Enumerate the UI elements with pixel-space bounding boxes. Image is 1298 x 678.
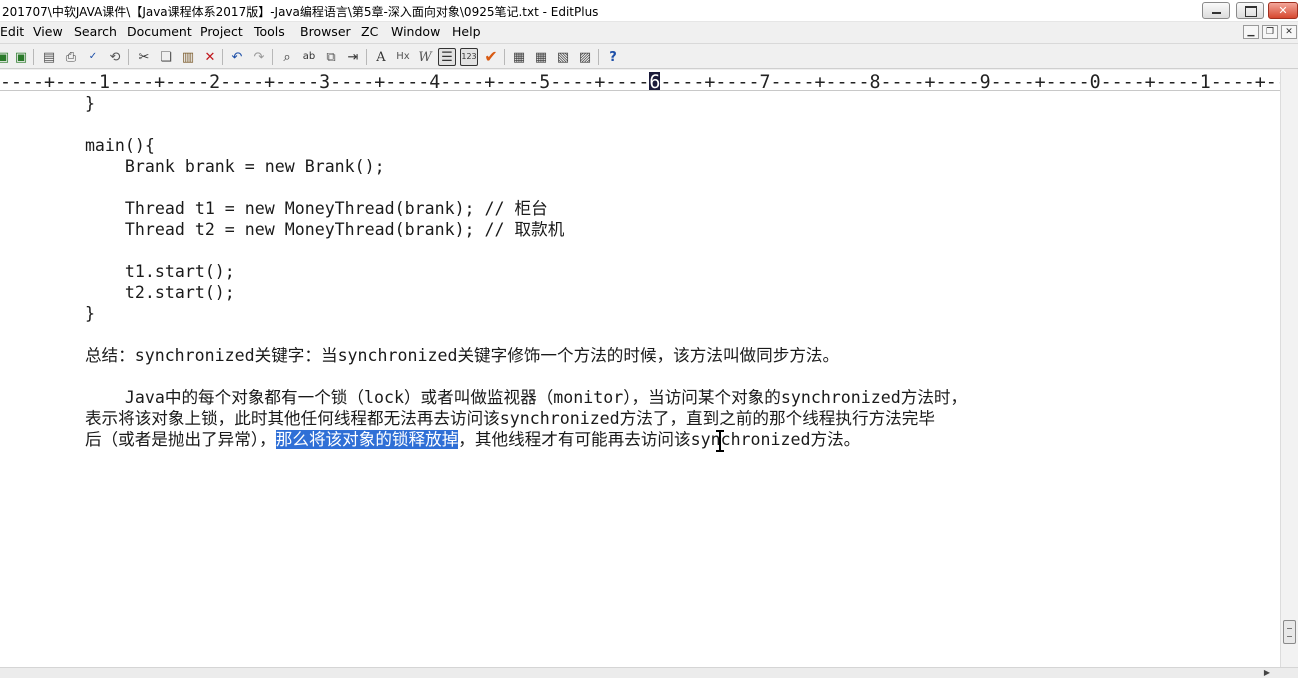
auto-wrap-icon[interactable]: ⟲ <box>106 48 124 66</box>
menu-window[interactable]: Window <box>391 24 440 39</box>
editor-line: } <box>5 94 95 113</box>
goto-line-icon[interactable]: ⇥ <box>344 48 362 66</box>
toolbar-separator <box>504 49 505 65</box>
save-all-icon[interactable]: ▣ <box>12 48 30 66</box>
menu-search[interactable]: Search <box>74 24 117 39</box>
cliptext-icon[interactable]: ▧ <box>554 48 572 66</box>
mdi-restore-icon: ❐ <box>1265 27 1275 37</box>
ruler: ----+----1----+----2----+----3----+----4… <box>0 70 1280 91</box>
redo-icon[interactable]: ↷ <box>250 48 268 66</box>
toolbar-separator <box>128 49 129 65</box>
toolbar-separator <box>366 49 367 65</box>
menu-view[interactable]: View <box>33 24 63 39</box>
mdi-minimize-icon: ▁ <box>1247 27 1255 37</box>
replace-icon[interactable]: ab <box>300 48 318 66</box>
menu-tools[interactable]: Tools <box>254 24 285 39</box>
copy-icon[interactable]: ❏ <box>157 48 175 66</box>
print-icon[interactable]: ⎙ <box>62 48 80 66</box>
toolbar-separator <box>272 49 273 65</box>
menu-edit[interactable]: Edit <box>0 24 24 39</box>
editor-line: t1.start(); <box>5 262 235 281</box>
paste-icon[interactable]: ▥ <box>179 48 197 66</box>
hex-icon[interactable]: Hx <box>394 48 412 66</box>
window-title: 201707\中软JAVA课件\【Java课程体系2017版】-Java编程语言… <box>2 5 599 19</box>
minimize-icon <box>1203 3 1229 18</box>
check-icon[interactable]: ✔ <box>482 48 500 66</box>
editor-line: Thread t2 = new MoneyThread(brank); // 取… <box>5 220 565 239</box>
toolbar: ▣ ▣ ▤ ⎙ ✓ ⟲ ✂ ❏ ▥ ✕ ↶ ↷ ⌕ ab ⧉ ⇥ A Hx W … <box>0 43 1298 69</box>
close-button[interactable]: ✕ <box>1268 2 1298 19</box>
line-number-icon[interactable]: 123 <box>460 48 478 66</box>
spellcheck-icon[interactable]: ✓ <box>84 48 102 66</box>
mouse-ibeam-cursor <box>716 430 724 452</box>
minimize-button[interactable] <box>1202 2 1230 19</box>
directory-icon[interactable]: ▨ <box>576 48 594 66</box>
font-icon[interactable]: A <box>372 48 390 66</box>
menu-document[interactable]: Document <box>127 24 192 39</box>
ruler-current-column: 6 <box>649 72 661 91</box>
menu-bar: Edit View Search Document Project Tools … <box>0 22 1298 42</box>
undo-icon[interactable]: ↶ <box>228 48 246 66</box>
line-text-after-selection: ，其他线程才有可能再去访问该synchronized方法。 <box>458 430 861 449</box>
ruler-after: ----+----7----+----8----+----9----+----0… <box>660 72 1280 91</box>
mdi-close-button[interactable]: ✕ <box>1281 25 1297 39</box>
title-bar: 201707\中软JAVA课件\【Java课程体系2017版】-Java编程语言… <box>0 0 1298 22</box>
editor-line: 总结：synchronized关键字：当synchronized关键字修饰一个方… <box>5 346 840 365</box>
editor-line: Brank brank = new Brank(); <box>5 157 385 176</box>
maximize-icon <box>1237 3 1263 18</box>
editor-line: Thread t1 = new MoneyThread(brank); // 柜… <box>5 199 548 218</box>
maximize-button[interactable] <box>1236 2 1264 19</box>
menu-browser[interactable]: Browser <box>300 24 351 39</box>
editor-line: main(){ <box>5 136 155 155</box>
text-selection[interactable]: 那么将该对象的锁释放掉 <box>275 430 459 449</box>
ruler-icon[interactable]: ☰ <box>438 48 456 66</box>
close-icon: ✕ <box>1278 4 1288 17</box>
toolbar-separator <box>33 49 34 65</box>
ruler-scale: ----+----1----+----2----+----3----+----4… <box>0 72 1280 91</box>
menu-help[interactable]: Help <box>452 24 481 39</box>
mdi-close-icon: ✕ <box>1285 27 1293 37</box>
editor-line: 表示将该对象上锁，此时其他任何线程都无法再去访问该synchronized方法了… <box>5 409 935 428</box>
editor-line: Java中的每个对象都有一个锁（lock）或者叫做监视器（monitor），当访… <box>5 388 968 407</box>
find-in-files-icon[interactable]: ⧉ <box>322 48 340 66</box>
toolbar-separator <box>598 49 599 65</box>
delete-icon[interactable]: ✕ <box>201 48 219 66</box>
save-icon[interactable]: ▣ <box>0 48 12 66</box>
cut-icon[interactable]: ✂ <box>135 48 153 66</box>
word-wrap-icon[interactable]: W <box>416 48 434 66</box>
menu-zc[interactable]: ZC <box>361 24 378 39</box>
line-text-before-selection: 后（或者是抛出了异常）， <box>5 430 276 449</box>
editor-line: } <box>5 304 95 323</box>
vertical-scrollbar[interactable] <box>1280 70 1298 668</box>
find-icon[interactable]: ⌕ <box>278 48 296 66</box>
toolbar-separator <box>222 49 223 65</box>
horizontal-scrollbar[interactable]: ▶ <box>0 667 1298 678</box>
editor-line-with-selection: 后（或者是抛出了异常），那么将该对象的锁释放掉，其他线程才有可能再去访问该syn… <box>0 429 860 450</box>
editor-area[interactable]: } main(){ Brank brank = new Brank(); Thr… <box>0 91 1280 667</box>
vertical-scroll-thumb[interactable] <box>1283 620 1296 644</box>
mdi-minimize-button[interactable]: ▁ <box>1243 25 1259 39</box>
scroll-right-arrow-icon[interactable]: ▶ <box>1264 668 1270 677</box>
editor-line: t2.start(); <box>5 283 235 302</box>
ruler-before: ----+----1----+----2----+----3----+----4… <box>0 72 650 91</box>
help-icon[interactable]: ? <box>604 48 622 66</box>
mdi-restore-button[interactable]: ❐ <box>1262 25 1278 39</box>
menu-project[interactable]: Project <box>200 24 243 39</box>
print-preview-icon[interactable]: ▤ <box>40 48 58 66</box>
output-window-icon[interactable]: ▦ <box>532 48 550 66</box>
browser-icon[interactable]: ▦ <box>510 48 528 66</box>
